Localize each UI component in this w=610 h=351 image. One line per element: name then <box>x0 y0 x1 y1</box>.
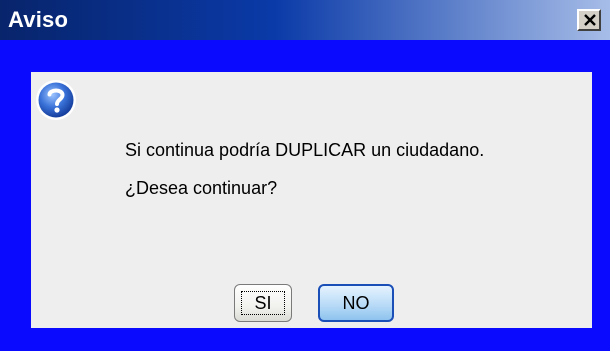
no-button-label: NO <box>342 292 370 313</box>
close-button[interactable] <box>577 9 601 31</box>
dialog-window: Aviso Si continua podría DUPLICAR un ciu… <box>0 0 610 351</box>
close-icon <box>584 14 596 26</box>
no-button[interactable]: NO <box>318 284 394 322</box>
window-title: Aviso <box>8 7 69 32</box>
dialog-body <box>31 72 592 328</box>
si-button[interactable]: SI <box>234 284 292 322</box>
si-button-label: SI <box>254 292 272 313</box>
message-line-2: ¿Desea continuar? <box>125 178 278 198</box>
question-icon <box>34 78 78 122</box>
title-bar[interactable]: Aviso <box>0 0 610 40</box>
message-line-1: Si continua podría DUPLICAR un ciudadano… <box>125 140 485 160</box>
